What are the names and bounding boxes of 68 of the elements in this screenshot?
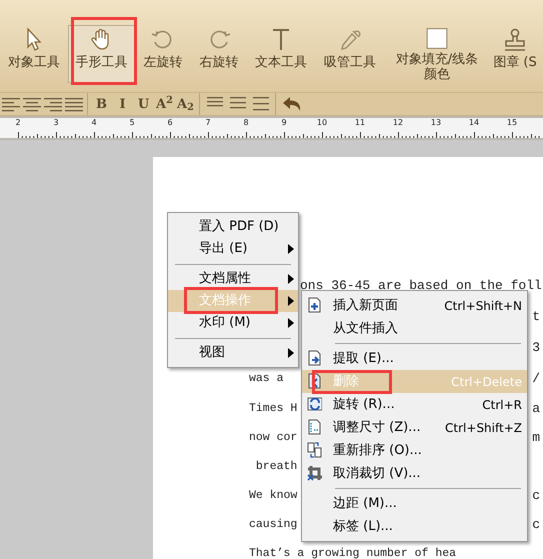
menu-item[interactable]: 置入 PDF (D) [168, 216, 298, 238]
ruler-number: 8 [243, 119, 249, 127]
document-text: We know [249, 488, 298, 504]
menu-item[interactable]: 导出 (E) [168, 238, 298, 260]
document-text: t [532, 308, 540, 326]
ruler-number: 5 [129, 119, 135, 127]
menu-item[interactable]: 文档属性 [168, 268, 298, 290]
menu-item[interactable]: 从文件插入 [302, 317, 527, 340]
format-button[interactable]: I [112, 94, 133, 114]
ruler-number: 15 [506, 119, 518, 127]
menu-item[interactable]: 插入新页面 Ctrl+Shift+N [302, 294, 527, 317]
ruler-number: 11 [354, 119, 366, 127]
align-justify-icon [64, 96, 82, 112]
ruler-number: 3 [53, 119, 59, 127]
menu-item[interactable]: 取消裁切 (V)... [302, 462, 527, 485]
add-page-icon [307, 297, 322, 313]
document-text: / [532, 370, 540, 388]
menu-item[interactable]: 调整尺寸 (Z)... Ctrl+Shift+Z [302, 416, 527, 439]
menu-item[interactable]: 标签 (L)... [302, 515, 527, 538]
ruler-number: 10 [316, 119, 328, 127]
page-arrow-icon [307, 350, 322, 366]
tool-button[interactable]: 右旋转 [191, 25, 247, 83]
menu-item[interactable]: 视图 [168, 342, 298, 364]
tool-button[interactable]: 吸管工具 [315, 25, 385, 83]
document-text: c [532, 516, 540, 534]
ruler-number: 6 [167, 119, 173, 127]
format-button[interactable]: A$^{2}$ [154, 94, 175, 114]
document-text: 3 [532, 338, 540, 357]
tool-button[interactable]: 图章 (S [489, 25, 541, 83]
ruler-number: 9 [281, 119, 287, 127]
menu-item[interactable]: 重新排序 (O)... [302, 439, 527, 462]
align-left-icon [2, 96, 20, 112]
format-button[interactable]: B [91, 94, 112, 114]
resize-page-icon [307, 419, 322, 435]
document-text: breath [254, 458, 298, 475]
document-text: now cor [249, 430, 298, 446]
ruler-number: 7 [205, 119, 211, 127]
tool-button[interactable]: 左旋转 [135, 25, 191, 83]
document-text: ons 36-45 are based on the foll [300, 276, 542, 295]
undo-icon [282, 96, 302, 112]
reorder-pages-icon [307, 442, 322, 458]
document-text: a [532, 400, 540, 418]
ruler-number: 4 [91, 119, 97, 127]
align-right-icon [44, 96, 62, 112]
ruler-number: 14 [468, 119, 480, 127]
rotate-page-icon [307, 396, 322, 412]
document-text: m [532, 428, 540, 447]
menu-item[interactable]: 提取 (E)... [302, 347, 527, 370]
document-text: was a [249, 370, 284, 387]
document-text: c [532, 486, 540, 505]
format-button[interactable]: A$_{2}$ [175, 94, 196, 114]
tool-button[interactable]: 对象工具 [0, 25, 68, 83]
menu-item[interactable]: 旋转 (R)... Ctrl+R [302, 393, 527, 416]
menu-item[interactable]: 水印 (M) [168, 312, 298, 334]
ruler-number: 13 [430, 119, 442, 127]
format-button[interactable]: U [133, 94, 154, 114]
document-text: Times H [249, 400, 298, 417]
tool-button[interactable]: 手形工具 [68, 25, 135, 83]
tool-button[interactable]: 对象填充/线条颜色 [385, 25, 489, 83]
align-center-icon [22, 96, 40, 112]
document-text: That’s a growing number of hea [249, 546, 456, 559]
ruler-number: 12 [392, 119, 404, 127]
crop-icon [307, 465, 322, 481]
menu-item[interactable]: 边距 (M)... [302, 492, 527, 515]
document-text: causing [249, 516, 298, 533]
ruler-number: 2 [15, 119, 21, 127]
tool-button[interactable]: 文本工具 [247, 25, 315, 83]
line-spacing-icon [252, 96, 270, 112]
